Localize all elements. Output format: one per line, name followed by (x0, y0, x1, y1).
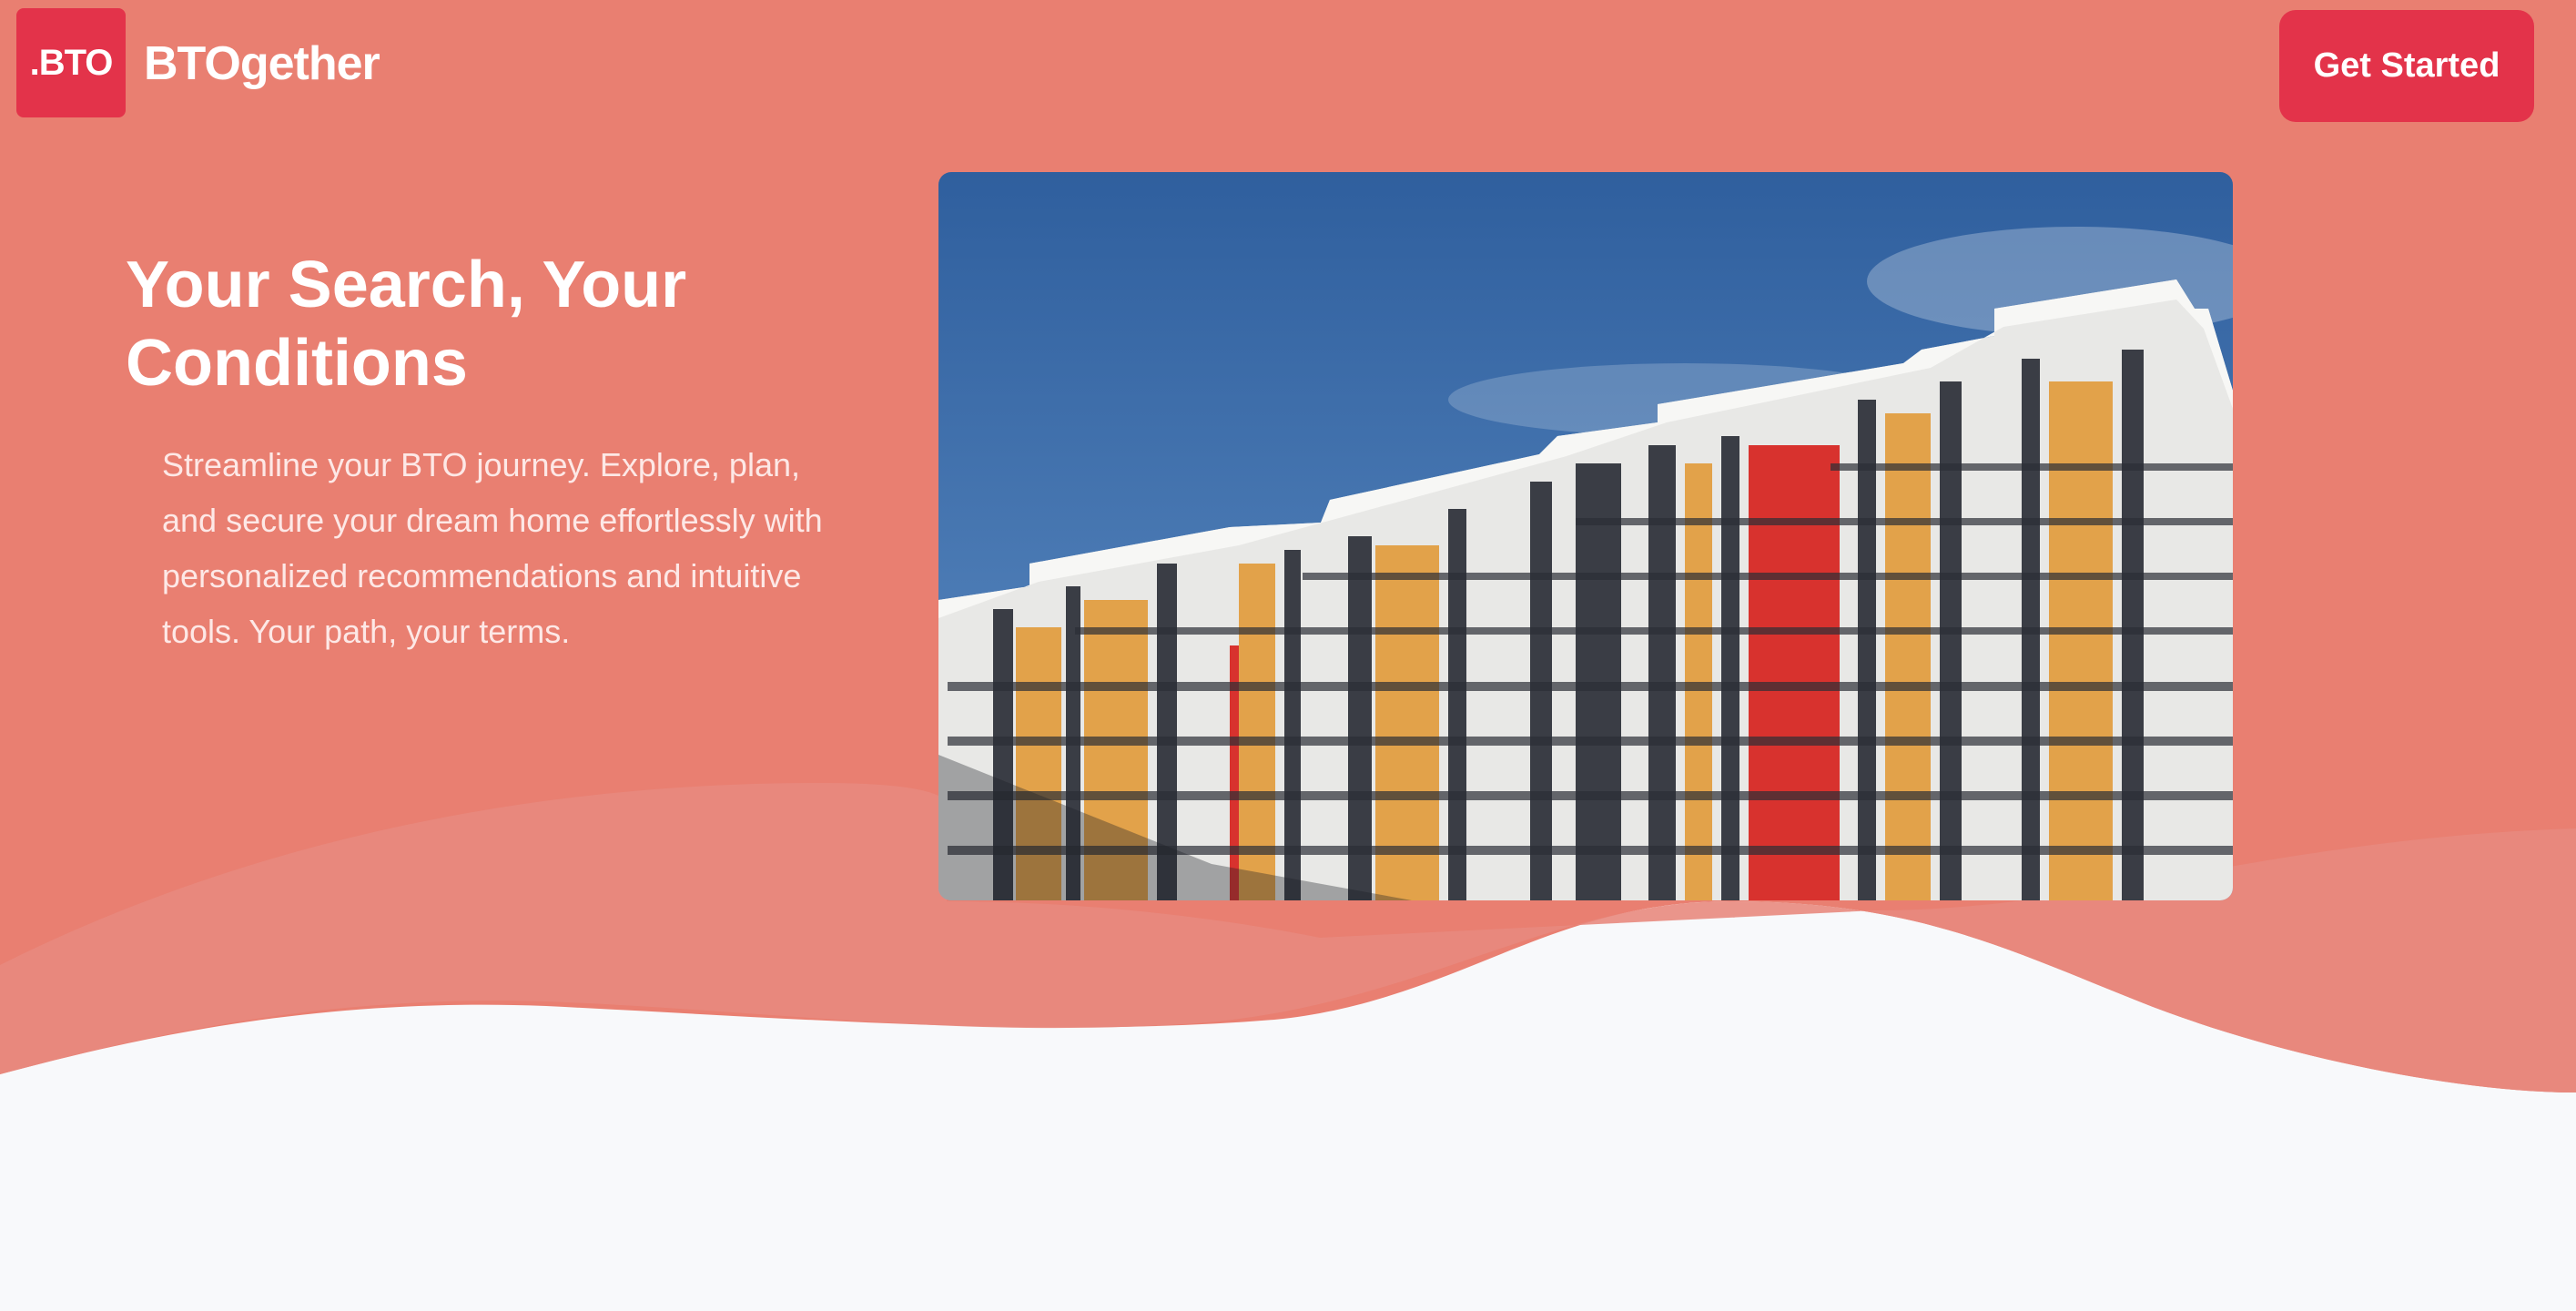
top-header: .BTO BTOgether Get Started (0, 0, 2576, 127)
logo-text: .BTO (29, 42, 114, 83)
brand-name[interactable]: BTOgether (144, 36, 380, 91)
hero-description: Streamline your BTO journey. Explore, pl… (162, 446, 823, 650)
get-started-button[interactable]: Get Started (2279, 10, 2534, 122)
brand-logo[interactable]: .BTO (16, 8, 126, 117)
hero-headline: Your Search, Your Conditions (126, 249, 687, 400)
hero-image (938, 172, 2233, 900)
